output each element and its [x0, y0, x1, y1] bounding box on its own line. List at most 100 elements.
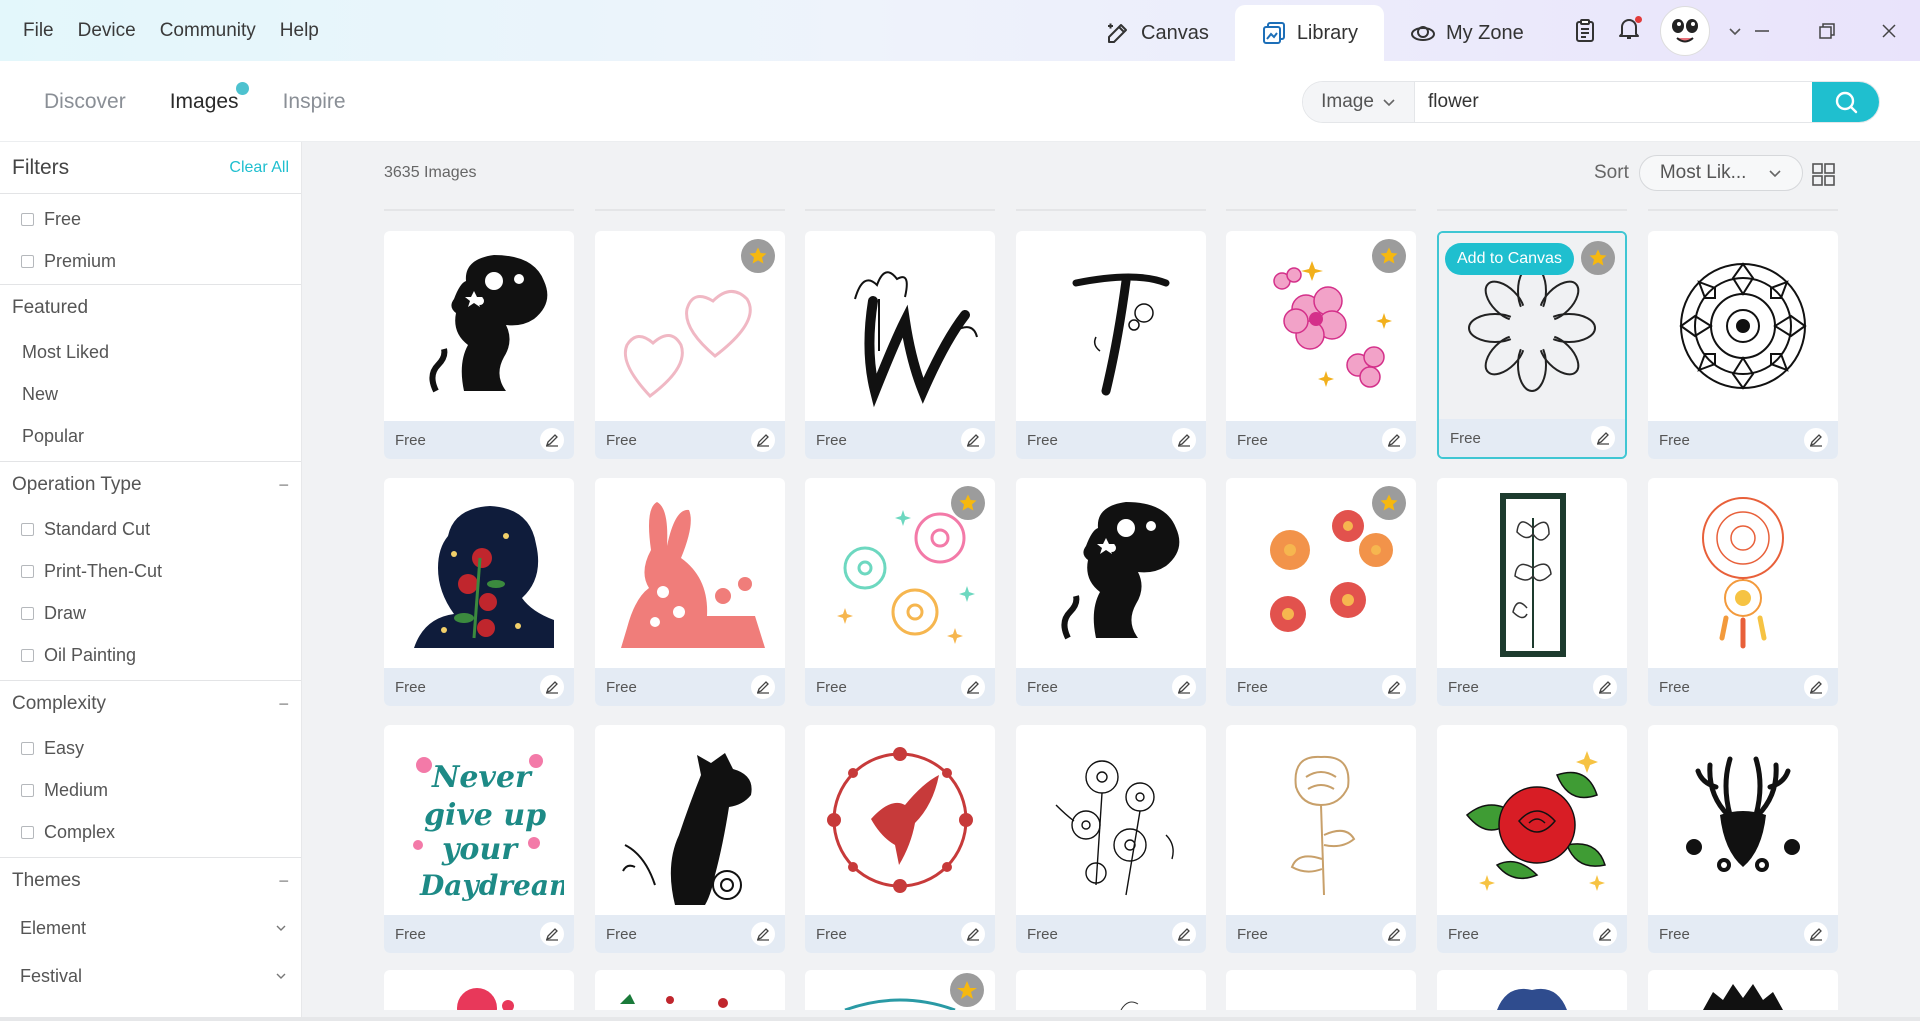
menu-device[interactable]: Device	[78, 20, 136, 42]
image-card[interactable]: Free	[805, 478, 995, 706]
image-card[interactable]: Add to Canvas Free	[1437, 231, 1627, 459]
search-button[interactable]	[1812, 82, 1879, 122]
edit-icon[interactable]	[751, 675, 775, 699]
filter-premium[interactable]: Premium	[0, 240, 301, 282]
image-thumbnail[interactable]	[805, 725, 995, 915]
checkbox[interactable]	[21, 825, 34, 839]
image-thumbnail[interactable]	[1437, 478, 1627, 668]
checkbox[interactable]	[21, 648, 34, 662]
image-card[interactable]: Free	[384, 478, 574, 706]
checkbox[interactable]	[21, 254, 34, 268]
edit-icon[interactable]	[1804, 675, 1828, 699]
image-card-partial[interactable]	[1437, 970, 1627, 1010]
image-thumbnail[interactable]	[805, 231, 995, 421]
checkbox[interactable]	[21, 564, 34, 578]
clear-all-link[interactable]: Clear All	[229, 159, 289, 177]
image-card[interactable]: Free	[1648, 478, 1838, 706]
add-to-canvas-button[interactable]: Add to Canvas	[1445, 243, 1574, 275]
tab-inspire[interactable]: Inspire	[283, 90, 346, 114]
edit-icon[interactable]	[1382, 675, 1406, 699]
featured-new[interactable]: New	[0, 373, 301, 415]
checkbox[interactable]	[21, 522, 34, 536]
featured-most-liked[interactable]: Most Liked	[0, 331, 301, 373]
filter-draw[interactable]: Draw	[0, 592, 301, 634]
edit-icon[interactable]	[751, 428, 775, 452]
image-card[interactable]: Free	[1016, 725, 1206, 953]
image-card[interactable]: Free	[1226, 478, 1416, 706]
edit-icon[interactable]	[540, 922, 564, 946]
edit-icon[interactable]	[961, 675, 985, 699]
maximize-button[interactable]	[1817, 0, 1837, 61]
image-card[interactable]: Free	[805, 231, 995, 459]
image-thumbnail[interactable]	[384, 478, 574, 668]
edit-icon[interactable]	[1593, 922, 1617, 946]
filter-free[interactable]: Free	[0, 198, 301, 240]
edit-icon[interactable]	[1382, 428, 1406, 452]
checkbox[interactable]	[21, 741, 34, 755]
image-card-partial[interactable]	[595, 970, 785, 1010]
edit-icon[interactable]	[961, 428, 985, 452]
image-thumbnail[interactable]	[384, 231, 574, 421]
themes-title[interactable]: Themes −	[0, 858, 301, 904]
search-input[interactable]	[1415, 82, 1812, 122]
image-card[interactable]: Free	[1648, 725, 1838, 953]
image-card[interactable]: Free	[1016, 231, 1206, 459]
edit-icon[interactable]	[1172, 428, 1196, 452]
edit-icon[interactable]	[1172, 675, 1196, 699]
image-card[interactable]: Free	[1226, 725, 1416, 953]
theme-festival[interactable]: Festival	[0, 952, 301, 1000]
image-card[interactable]: Free	[1226, 231, 1416, 459]
menu-help[interactable]: Help	[280, 20, 319, 42]
complexity-title[interactable]: Complexity −	[0, 681, 301, 727]
grid-view-icon[interactable]	[1812, 163, 1835, 186]
image-card[interactable]: Never give up your Daydream Free	[384, 725, 574, 953]
image-thumbnail[interactable]	[595, 478, 785, 668]
image-card[interactable]: Free	[1016, 478, 1206, 706]
image-card[interactable]: Free	[595, 231, 785, 459]
edit-icon[interactable]	[961, 922, 985, 946]
tab-images[interactable]: Images	[170, 81, 249, 114]
image-card[interactable]: Free	[595, 725, 785, 953]
image-card-partial[interactable]	[1648, 970, 1838, 1010]
tab-myzone[interactable]: My Zone	[1384, 5, 1550, 61]
checkbox[interactable]	[21, 606, 34, 620]
filter-complex[interactable]: Complex	[0, 811, 301, 853]
edit-icon[interactable]	[751, 922, 775, 946]
filter-standard-cut[interactable]: Standard Cut	[0, 508, 301, 550]
image-thumbnail[interactable]	[1016, 478, 1206, 668]
close-button[interactable]	[1879, 0, 1899, 61]
image-card[interactable]: Free	[1648, 231, 1838, 459]
edit-icon[interactable]	[1804, 428, 1828, 452]
image-thumbnail[interactable]	[1016, 725, 1206, 915]
tab-discover[interactable]: Discover	[44, 90, 126, 114]
image-thumbnail[interactable]	[1648, 725, 1838, 915]
edit-icon[interactable]	[1172, 922, 1196, 946]
edit-icon[interactable]	[1591, 426, 1615, 450]
image-card-partial[interactable]	[384, 970, 574, 1010]
collapse-icon[interactable]: −	[278, 871, 289, 892]
edit-icon[interactable]	[1593, 675, 1617, 699]
image-card-partial[interactable]	[805, 970, 995, 1010]
edit-icon[interactable]	[540, 428, 564, 452]
image-card[interactable]: Free	[805, 725, 995, 953]
operation-title[interactable]: Operation Type −	[0, 462, 301, 508]
avatar[interactable]	[1660, 5, 1710, 56]
tab-library[interactable]: Library	[1234, 5, 1384, 61]
image-thumbnail[interactable]	[1648, 478, 1838, 668]
image-thumbnail[interactable]	[1437, 725, 1627, 915]
image-thumbnail[interactable]	[1016, 231, 1206, 421]
image-thumbnail[interactable]: Never give up your Daydream	[384, 725, 574, 915]
image-card[interactable]: Free	[1437, 478, 1627, 706]
edit-icon[interactable]	[1804, 922, 1828, 946]
edit-icon[interactable]	[540, 675, 564, 699]
image-card[interactable]: Free	[384, 231, 574, 459]
filter-oil-painting[interactable]: Oil Painting	[0, 634, 301, 676]
image-thumbnail[interactable]	[1226, 725, 1416, 915]
filter-print-then-cut[interactable]: Print-Then-Cut	[0, 550, 301, 592]
search-type-select[interactable]: Image	[1303, 82, 1415, 122]
chevron-down-icon[interactable]	[1728, 24, 1742, 38]
theme-element[interactable]: Element	[0, 904, 301, 952]
featured-popular[interactable]: Popular	[0, 415, 301, 457]
sort-select[interactable]: Most Lik...	[1638, 155, 1803, 191]
menu-community[interactable]: Community	[160, 20, 256, 42]
